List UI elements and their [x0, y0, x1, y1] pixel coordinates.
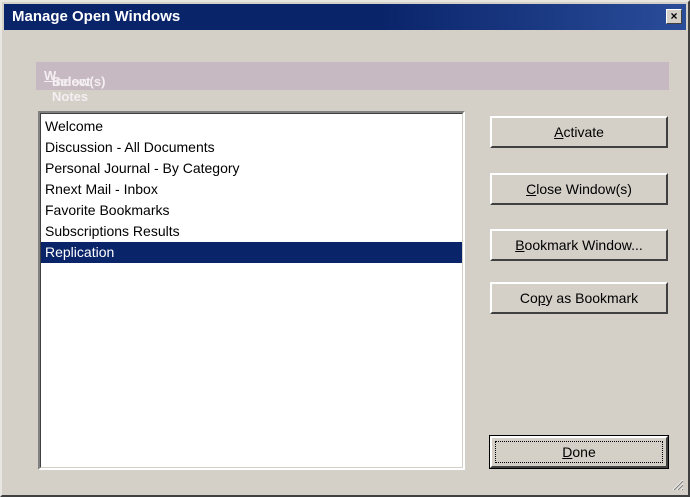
- notes-windows-listbox[interactable]: Welcome Discussion - All Documents Perso…: [38, 111, 465, 470]
- close-button[interactable]: ×: [666, 9, 682, 24]
- activate-button[interactable]: Activate: [490, 116, 668, 148]
- bookmark-window-button[interactable]: Bookmark Window...: [490, 229, 668, 261]
- section-header-label: Select Notes Window(s): [44, 68, 106, 104]
- list-item-subscriptions-results[interactable]: Subscriptions Results: [41, 221, 462, 242]
- focus-rectangle: [495, 441, 663, 463]
- close-icon: ×: [670, 9, 678, 23]
- list-item-mail-inbox[interactable]: Rnext Mail - Inbox: [41, 179, 462, 200]
- done-button[interactable]: Done: [489, 435, 669, 469]
- window-title: Manage Open Windows: [12, 8, 181, 25]
- title-bar[interactable]: Manage Open Windows ×: [4, 4, 686, 30]
- manage-open-windows-dialog: Manage Open Windows × Select Notes Windo…: [0, 0, 690, 497]
- list-item-replication[interactable]: Replication: [41, 242, 462, 263]
- listbox-inner: Welcome Discussion - All Documents Perso…: [40, 113, 463, 468]
- resize-grip-icon[interactable]: [672, 479, 684, 491]
- list-item-discussion[interactable]: Discussion - All Documents: [41, 137, 462, 158]
- close-windows-button[interactable]: Close Window(s): [490, 173, 668, 205]
- list-item-welcome[interactable]: Welcome: [41, 116, 462, 137]
- copy-as-bookmark-button[interactable]: Copy as Bookmark: [490, 282, 668, 314]
- list-item-personal-journal[interactable]: Personal Journal - By Category: [41, 158, 462, 179]
- list-item-favorite-bookmarks[interactable]: Favorite Bookmarks: [41, 200, 462, 221]
- select-notes-windows-header: Select Notes Window(s): [36, 62, 669, 104]
